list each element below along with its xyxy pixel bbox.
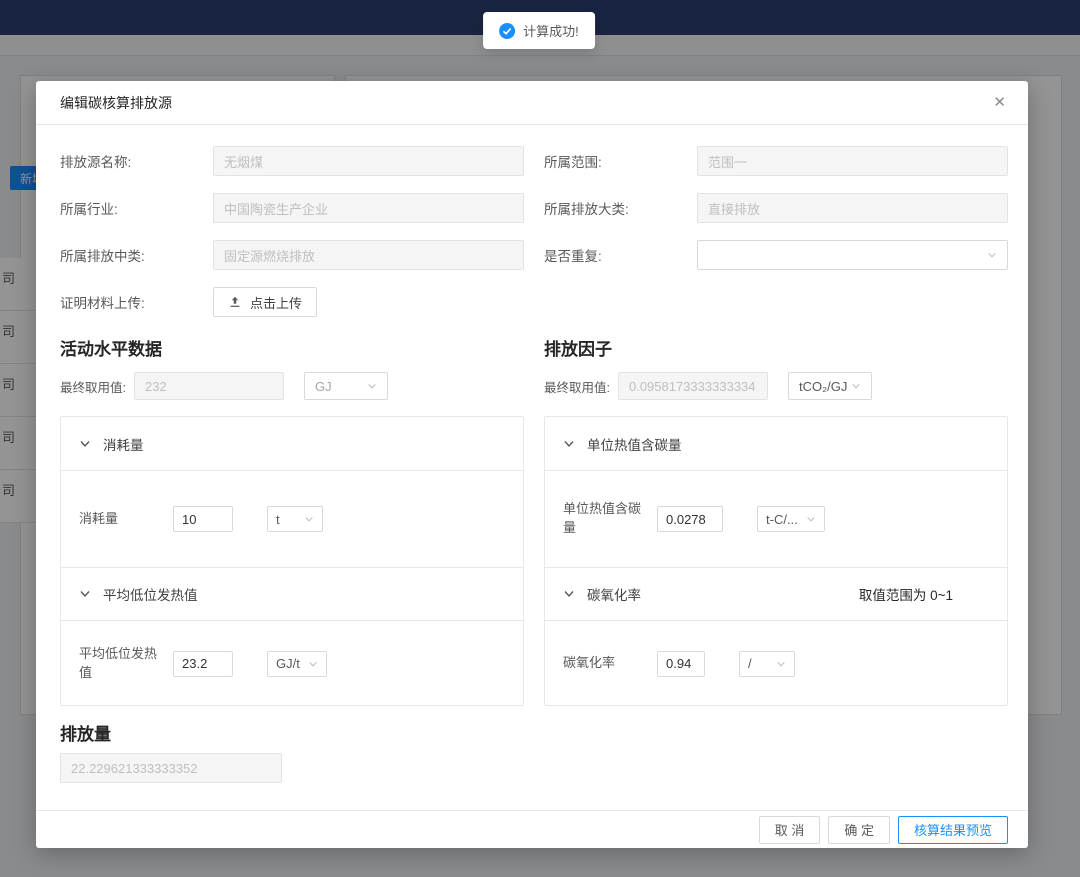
field-major-category: 所属排放大类: — [544, 193, 1008, 223]
dialog-body: 排放源名称: 所属范围: 所属行业: 所属排放大类: 所属排放中类: 是否重复: — [36, 125, 1028, 810]
factor-heading: 排放因子 — [544, 335, 1008, 360]
source-name-input — [213, 146, 524, 176]
chevron-down-icon — [776, 659, 786, 669]
major-category-input — [697, 193, 1008, 223]
field-label: 所属排放中类: — [60, 245, 213, 265]
upload-button-label: 点击上传 — [250, 293, 302, 312]
heating-value-row: 平均低位发热值 GJ/t — [61, 621, 523, 706]
carbon-content-unit: t-C/... — [766, 512, 798, 527]
oxidation-range-note: 取值范围为 0~1 — [859, 584, 989, 604]
activity-unit-select: GJ — [304, 372, 388, 400]
ok-button[interactable]: 确 定 — [828, 816, 890, 844]
chevron-down-icon — [563, 438, 575, 450]
field-label: 证明材料上传: — [60, 292, 213, 312]
factor-unit-select: tCO₂/GJ — [788, 372, 872, 400]
oxidation-input[interactable] — [657, 651, 705, 677]
final-value-label: 最终取用值: — [60, 377, 126, 396]
row-label: 单位热值含碳量 — [563, 500, 641, 538]
heating-value-input[interactable] — [173, 651, 233, 677]
edit-emission-source-dialog: 编辑碳核算排放源 ✕ 排放源名称: 所属范围: 所属行业: 所属排放大类: 所 — [36, 81, 1028, 848]
row-label: 碳氧化率 — [563, 654, 641, 673]
consumption-collapse-header[interactable]: 消耗量 — [61, 417, 523, 471]
factor-final-row: 最终取用值: tCO₂/GJ — [544, 372, 1008, 400]
industry-input — [213, 193, 524, 223]
collapse-title: 平均低位发热值 — [103, 584, 198, 604]
sections: 活动水平数据 最终取用值: GJ 消耗量 消耗量 — [60, 317, 1008, 706]
carbon-content-input[interactable] — [657, 506, 723, 532]
factor-unit-value: tCO₂/GJ — [799, 379, 847, 394]
basic-info-form: 排放源名称: 所属范围: 所属行业: 所属排放大类: 所属排放中类: 是否重复: — [60, 146, 1008, 317]
activity-heading: 活动水平数据 — [60, 335, 524, 360]
chevron-down-icon — [79, 438, 91, 450]
field-duplicate: 是否重复: — [544, 240, 1008, 270]
final-value-label: 最终取用值: — [544, 377, 610, 396]
oxidation-row: 碳氧化率 / — [545, 621, 1007, 706]
field-label: 排放源名称: — [60, 151, 213, 171]
collapse-title: 碳氧化率 — [587, 584, 641, 604]
activity-final-row: 最终取用值: GJ — [60, 372, 524, 400]
activity-final-input — [134, 372, 284, 400]
carbon-content-collapse-header[interactable]: 单位热值含碳量 — [545, 417, 1007, 471]
field-label: 是否重复: — [544, 245, 697, 265]
close-icon[interactable]: ✕ — [993, 95, 1006, 110]
chevron-down-icon — [987, 250, 997, 260]
field-label: 所属范围: — [544, 151, 697, 171]
row-label: 消耗量 — [79, 510, 157, 529]
factor-section: 排放因子 最终取用值: tCO₂/GJ 单位热值含碳量 单位热值含碳 — [544, 317, 1008, 706]
chevron-down-icon — [79, 588, 91, 600]
chevron-down-icon — [308, 659, 318, 669]
consumption-input[interactable] — [173, 506, 233, 532]
chevron-down-icon — [806, 514, 816, 524]
field-industry: 所属行业: — [60, 193, 524, 223]
emission-heading: 排放量 — [60, 720, 1008, 745]
dialog-header: 编辑碳核算排放源 ✕ — [36, 81, 1028, 125]
chevron-down-icon — [304, 514, 314, 524]
consumption-unit-value: t — [276, 512, 280, 527]
field-mid-category: 所属排放中类: — [60, 240, 524, 270]
chevron-down-icon — [367, 381, 377, 391]
activity-section: 活动水平数据 最终取用值: GJ 消耗量 消耗量 — [60, 317, 524, 706]
consumption-unit-select: t — [267, 506, 323, 532]
collapse-title: 单位热值含碳量 — [587, 434, 682, 454]
carbon-content-unit-select: t-C/... — [757, 506, 825, 532]
row-label: 平均低位发热值 — [79, 645, 157, 683]
activity-panel: 消耗量 消耗量 t 平均低位发热值 — [60, 416, 524, 706]
oxidation-unit: / — [748, 656, 752, 671]
heating-value-collapse-header[interactable]: 平均低位发热值 — [61, 567, 523, 621]
upload-icon — [228, 295, 242, 309]
mid-category-input — [213, 240, 524, 270]
field-label: 所属行业: — [60, 198, 213, 218]
oxidation-collapse-header[interactable]: 碳氧化率 取值范围为 0~1 — [545, 567, 1007, 621]
field-label: 所属排放大类: — [544, 198, 697, 218]
field-source-name: 排放源名称: — [60, 146, 524, 176]
check-circle-icon — [499, 23, 515, 39]
field-upload: 证明材料上传: 点击上传 — [60, 287, 524, 317]
consumption-row: 消耗量 t — [61, 471, 523, 567]
factor-final-input — [618, 372, 768, 400]
carbon-content-row: 单位热值含碳量 t-C/... — [545, 471, 1007, 567]
field-scope: 所属范围: — [544, 146, 1008, 176]
success-toast: 计算成功! — [483, 12, 595, 49]
chevron-down-icon — [851, 381, 861, 391]
collapse-title: 消耗量 — [103, 434, 144, 454]
duplicate-select[interactable] — [697, 240, 1008, 270]
emission-amount-input — [60, 753, 282, 783]
factor-panel: 单位热值含碳量 单位热值含碳量 t-C/... 碳氧化率 取值范围为 0~1 — [544, 416, 1008, 706]
chevron-down-icon — [563, 588, 575, 600]
preview-result-button[interactable]: 核算结果预览 — [898, 816, 1008, 844]
cancel-button[interactable]: 取 消 — [759, 816, 821, 844]
activity-unit-value: GJ — [315, 379, 332, 394]
heating-value-unit: GJ/t — [276, 656, 300, 671]
heating-value-unit-select: GJ/t — [267, 651, 327, 677]
toast-message: 计算成功! — [523, 21, 579, 40]
dialog-footer: 取 消 确 定 核算结果预览 — [36, 810, 1028, 848]
upload-button[interactable]: 点击上传 — [213, 287, 317, 317]
dialog-title: 编辑碳核算排放源 — [60, 93, 172, 113]
scope-input — [697, 146, 1008, 176]
oxidation-unit-select: / — [739, 651, 795, 677]
